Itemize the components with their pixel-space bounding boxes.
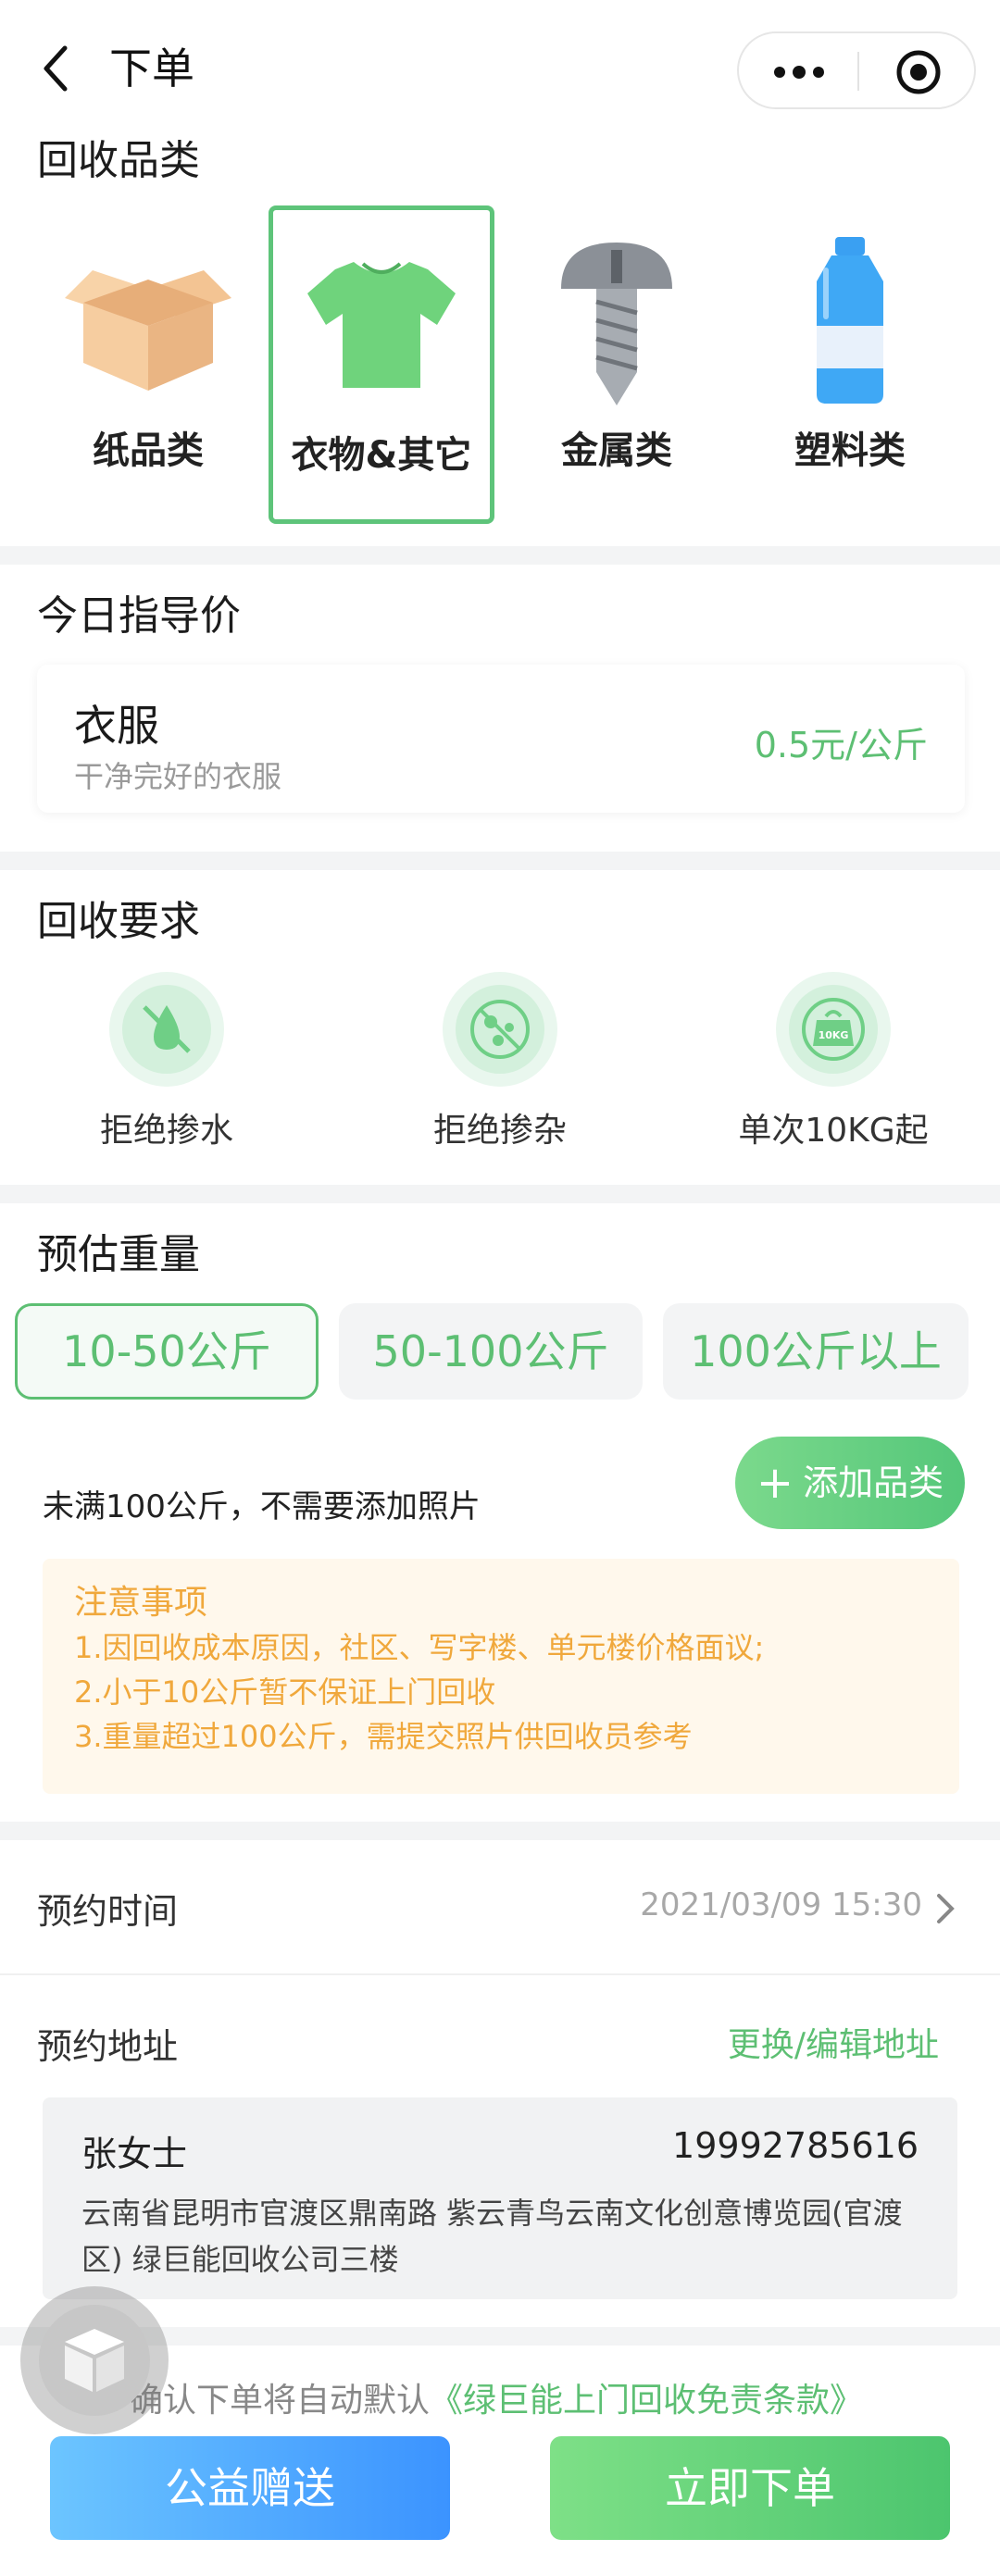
requirement-label: 拒绝掺杂 [432,1112,567,1150]
package-icon [65,2329,124,2392]
appointment-value: 2021/03/09 15:30 [640,1886,922,1923]
weight-option-50-100[interactable]: 50-100公斤 [339,1303,643,1400]
category-label: 纸品类 [93,429,204,472]
category-metal[interactable]: 金属类 [504,205,730,524]
more-dots-icon[interactable] [767,54,831,91]
appointment-time-row[interactable]: 预约时间 2021/03/09 15:30 [0,1842,1000,1972]
donate-button[interactable]: 公益赠送 [50,2436,450,2540]
category-label: 塑料类 [794,429,906,472]
row-divider [0,1973,1000,1975]
notice-line: 2.小于10公斤暂不保证上门回收 [74,1674,496,1710]
contact-name: 张女士 [81,2134,188,2174]
contact-phone: 19992785616 [672,2125,919,2166]
add-category-button[interactable]: + 添加品类 [735,1437,965,1529]
requirement-label: 拒绝掺水 [99,1112,233,1150]
target-icon[interactable] [894,48,943,96]
weight-option-100-plus[interactable]: 100公斤以上 [663,1303,969,1400]
place-order-button[interactable]: 立即下单 [550,2436,950,2540]
category-label: 衣物&其它 [291,434,472,477]
price-title: 今日指导价 [37,592,241,640]
plastic-bottle-icon [817,237,883,404]
page-title: 下单 [109,44,194,93]
categories-title: 回收品类 [37,137,200,184]
requirements-title: 回收要求 [37,898,200,945]
terms-prefix: 确认下单将自动默认 [130,2382,431,2420]
plus-icon: + [756,1457,794,1509]
no-water-icon [143,1005,191,1053]
svg-text:10KG: 10KG [819,1029,849,1041]
requirement-min-weight: 10KG 单次10KG起 [694,963,972,1157]
requirement-no-impurities: 拒绝掺杂 [361,963,639,1157]
section-separator [0,852,1000,870]
back-chevron-icon[interactable] [37,41,74,96]
price-value: 0.5元/公斤 [754,725,928,765]
price-item-desc: 干净完好的衣服 [74,759,282,794]
screw-icon [561,243,672,405]
notice-title: 注意事项 [74,1584,208,1622]
notice-line: 3.重量超过100公斤，需提交照片供回收员参考 [74,1719,693,1754]
category-plastic[interactable]: 塑料类 [737,205,963,524]
address-card[interactable]: 张女士 19992785616 云南省昆明市官渡区鼎南路 紫云青鸟云南文化创意博… [43,2097,957,2299]
weight-10kg-icon: 10KG [802,998,865,1061]
photo-hint: 未满100公斤，不需要添加照片 [43,1488,481,1525]
price-item-name: 衣服 [74,701,159,751]
chevron-right-icon [937,1894,955,1923]
weight-title: 预估重量 [37,1231,200,1278]
tshirt-icon [307,262,456,388]
appointment-label: 预约时间 [37,1891,179,1932]
weight-option-10-50[interactable]: 10-50公斤 [15,1303,319,1400]
requirement-no-water: 拒绝掺水 [28,963,306,1157]
category-paper[interactable]: 纸品类 [35,205,261,524]
edit-address-link[interactable]: 更换/编辑地址 [728,2018,939,2066]
section-separator [0,546,1000,565]
terms-text: 确认下单将自动默认《绿巨能上门回收免责条款》 [130,2373,863,2421]
floating-package-button[interactable] [20,2286,169,2434]
price-card: 衣服 干净完好的衣服 0.5元/公斤 [37,665,965,813]
category-clothes[interactable]: 衣物&其它 [269,205,494,524]
no-impurities-icon [470,1000,530,1059]
category-label: 金属类 [561,429,672,472]
terms-link[interactable]: 《绿巨能上门回收免责条款》 [430,2382,863,2420]
section-separator [0,1185,1000,1203]
mini-program-capsule [737,31,976,109]
add-category-label: 添加品类 [803,1462,944,1503]
notice-box: 注意事项 1.因回收成本原因，社区、写字楼、单元楼价格面议; 2.小于10公斤暂… [43,1559,959,1794]
capsule-divider [857,52,859,91]
notice-line: 1.因回收成本原因，社区、写字楼、单元楼价格面议; [74,1630,765,1665]
cardboard-box-icon [65,270,231,391]
requirement-label: 单次10KG起 [738,1112,929,1150]
address-line: 云南省昆明市官渡区鼎南路 紫云青鸟云南文化创意博览园(官渡区) 绿巨能回收公司三… [81,2196,903,2277]
address-label: 预约地址 [37,2026,179,2067]
section-separator [0,1822,1000,1840]
